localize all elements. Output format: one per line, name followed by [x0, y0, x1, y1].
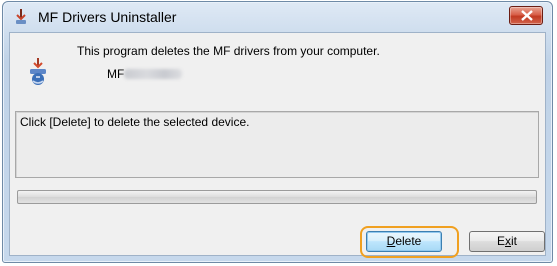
delete-button-mnemonic: D: [386, 234, 396, 248]
close-button[interactable]: [509, 6, 543, 25]
delete-button-label: elete: [395, 234, 422, 248]
uninstall-icon: [27, 57, 49, 87]
title-bar[interactable]: MF Drivers Uninstaller: [3, 2, 552, 32]
info-text: This program deletes the MF drivers from…: [77, 44, 380, 58]
dialog-body: This program deletes the MF drivers from…: [9, 32, 546, 258]
exit-button[interactable]: Exit: [469, 231, 545, 252]
window-title: MF Drivers Uninstaller: [38, 9, 177, 25]
delete-button[interactable]: Delete: [366, 231, 442, 252]
device-name-redacted: [124, 69, 182, 79]
uninstaller-window: MF Drivers Uninstaller This program dele…: [2, 1, 553, 263]
app-icon: [13, 8, 29, 26]
exit-button-label-start: E: [496, 234, 505, 248]
close-icon: [521, 10, 533, 21]
exit-button-label-end: it: [511, 234, 517, 248]
message-box: Click [Delete] to delete the selected de…: [15, 111, 539, 178]
device-name: MF: [107, 67, 125, 81]
message-text: Click [Delete] to delete the selected de…: [20, 115, 250, 129]
progress-bar: [17, 190, 537, 204]
